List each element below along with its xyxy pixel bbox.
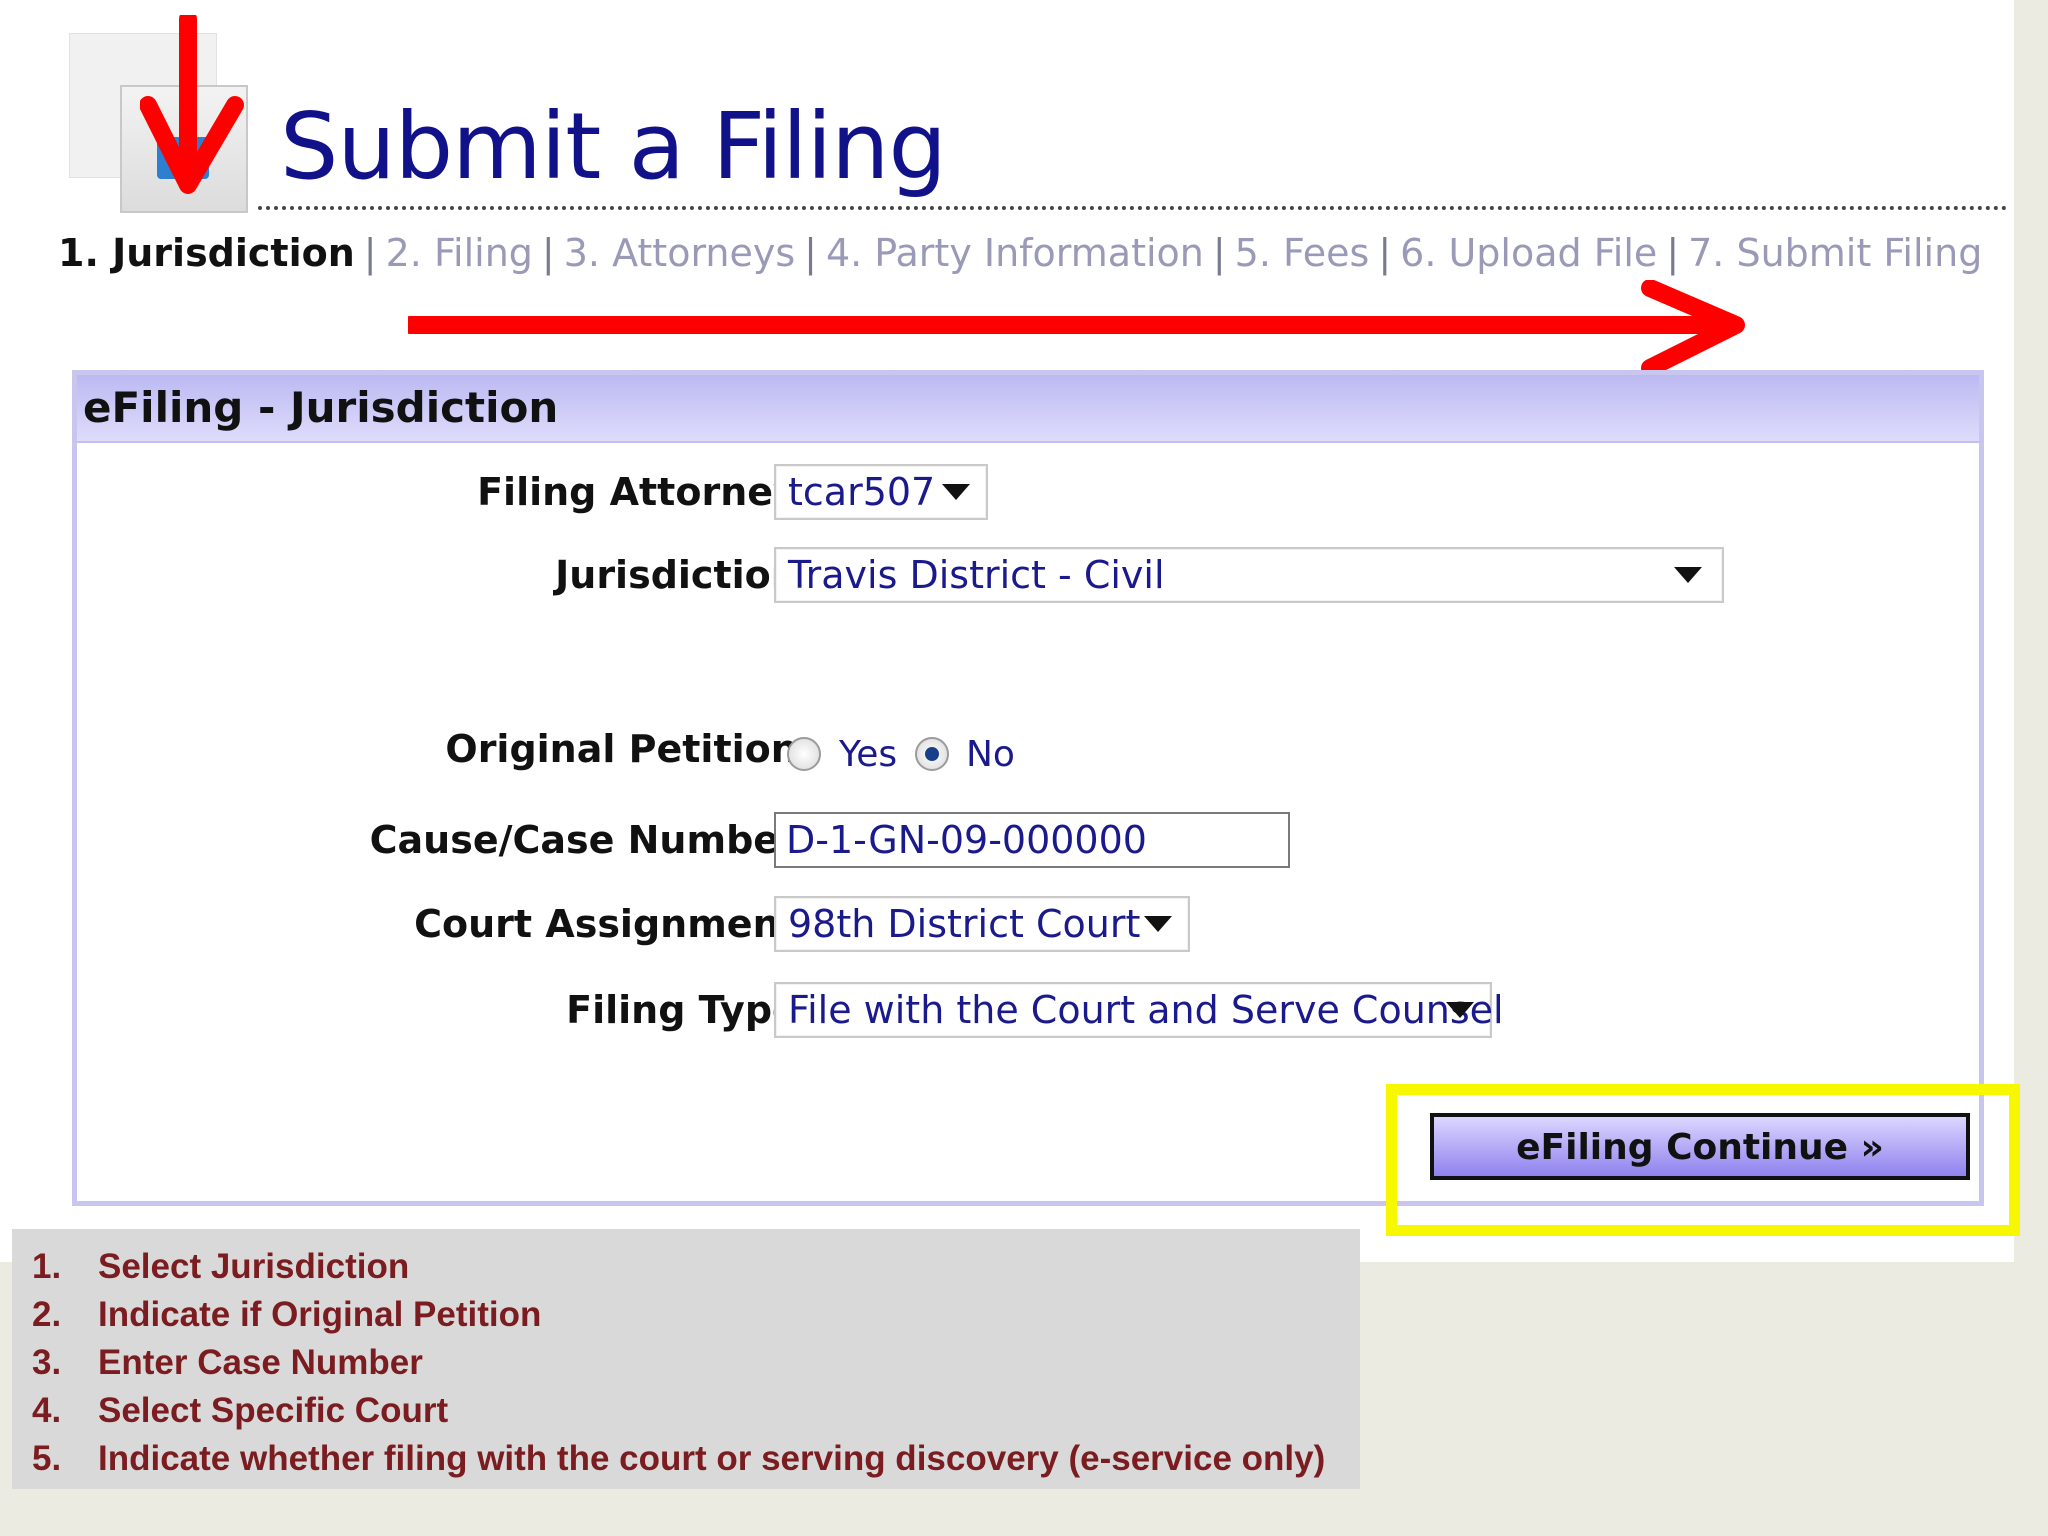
jurisdiction-panel: eFiling - Jurisdiction Filing Attorney: …: [72, 370, 1984, 1206]
step-attorneys[interactable]: 3. Attorneys: [564, 231, 795, 275]
step-separator: |: [804, 231, 817, 275]
dropdown-caret-icon: [1144, 916, 1172, 932]
original-petition-no-radio[interactable]: [915, 737, 949, 771]
panel-header: eFiling - Jurisdiction: [77, 375, 1979, 443]
filing-type-select[interactable]: File with the Court and Serve Counsel: [774, 982, 1504, 1038]
step-submit-filing[interactable]: 7. Submit Filing: [1688, 231, 1982, 275]
step-jurisdiction[interactable]: 1. Jurisdiction: [58, 231, 355, 275]
filing-attorney-label: Filing Attorney:: [477, 470, 813, 514]
filing-type-value: File with the Court and Serve Counsel: [788, 988, 1504, 1032]
original-petition-yes-radio[interactable]: [787, 737, 821, 771]
case-number-label: Cause/Case Number:: [369, 818, 813, 862]
dropdown-caret-icon: [942, 484, 970, 500]
arrow-right-annotation: [408, 280, 1745, 377]
filing-attorney-value: tcar507: [788, 470, 936, 514]
step-separator: |: [541, 231, 555, 275]
original-petition-yes-label: Yes: [839, 734, 898, 775]
instructions-box: 1. Select Jurisdiction 2. Indicate if Orig…: [12, 1229, 1360, 1489]
title-divider: [258, 206, 2008, 210]
step-filing[interactable]: 2. Filing: [386, 231, 533, 275]
step-separator: |: [1212, 231, 1226, 275]
efiling-screen: Submit a Filing 1. Jurisdiction | 2. Filin…: [0, 0, 2020, 1262]
list-item: 3. Enter Case Number: [32, 1343, 423, 1382]
panel-title: eFiling - Jurisdiction: [83, 383, 559, 432]
step-separator: |: [363, 231, 377, 275]
list-item: 2. Indicate if Original Petition: [32, 1295, 542, 1334]
step-upload-file[interactable]: 6. Upload File: [1400, 231, 1657, 275]
step-separator: |: [1666, 231, 1680, 275]
court-assignment-label: Court Assignment:: [414, 902, 813, 946]
list-item: 5. Indicate whether filing with the court…: [32, 1439, 1326, 1478]
filing-attorney-select[interactable]: tcar507: [774, 464, 988, 520]
dropdown-caret-icon: [1674, 567, 1702, 583]
jurisdiction-value: Travis District - Civil: [788, 553, 1165, 597]
efiling-continue-button[interactable]: eFiling Continue »: [1430, 1113, 1970, 1180]
case-number-input[interactable]: [774, 812, 1290, 868]
step-navigation: 1. Jurisdiction | 2. Filing | 3. Attorneys | 4…: [58, 228, 1982, 278]
dropdown-caret-icon: [1446, 1002, 1474, 1018]
original-petition-label: Original Petition:: [445, 727, 813, 771]
list-item: 4. Select Specific Court: [32, 1391, 449, 1430]
instruction-list: 1. Select Jurisdiction 2. Indicate if Orig…: [12, 1229, 1360, 1483]
step-separator: |: [1378, 231, 1392, 275]
court-assignment-value: 98th District Court: [788, 902, 1141, 946]
arrow-down-annotation: [140, 15, 244, 194]
step-party-information[interactable]: 4. Party Information: [826, 231, 1204, 275]
jurisdiction-select[interactable]: Travis District - Civil: [774, 547, 1724, 603]
court-assignment-select[interactable]: 98th District Court: [774, 896, 1190, 952]
page-title: Submit a Filing: [280, 93, 947, 200]
original-petition-no-label: No: [966, 734, 1015, 775]
list-item: 1. Select Jurisdiction: [32, 1247, 410, 1286]
step-fees[interactable]: 5. Fees: [1235, 231, 1370, 275]
